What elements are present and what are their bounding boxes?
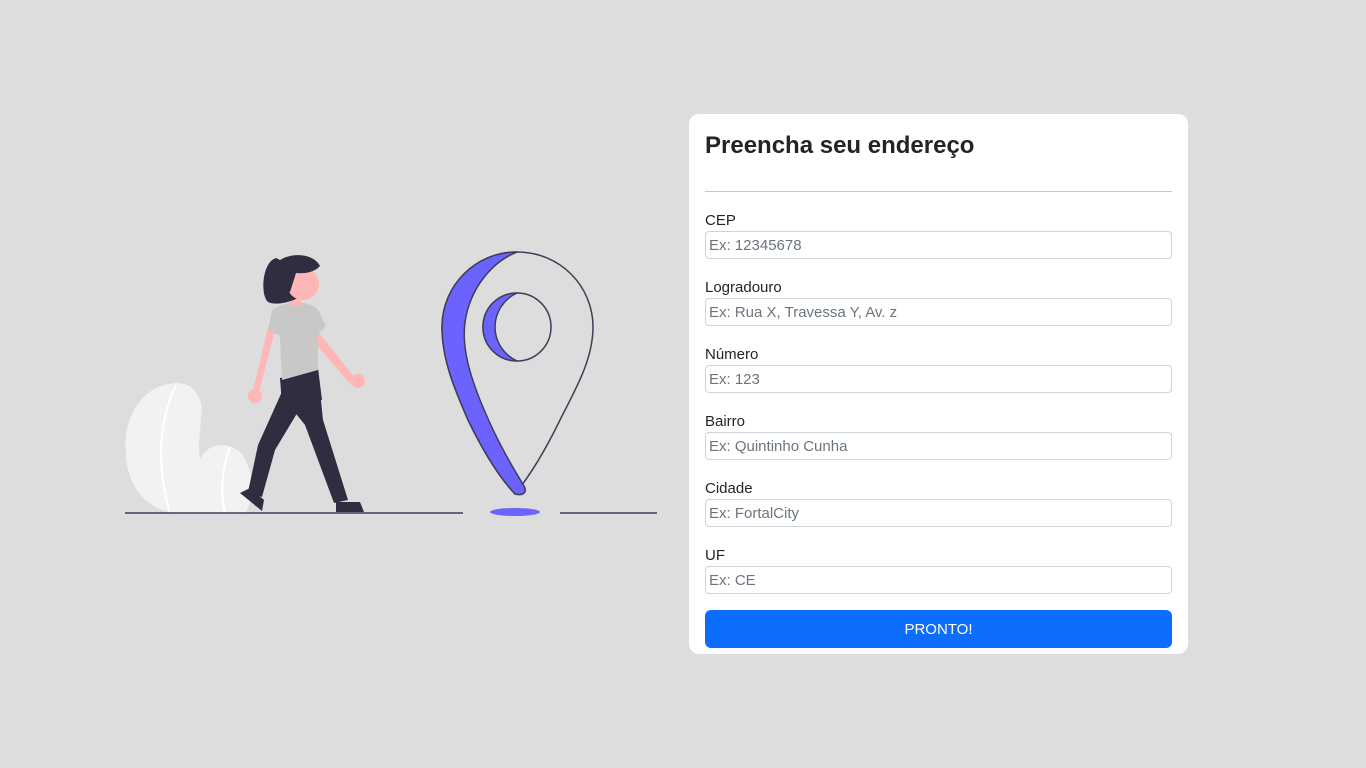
numero-field-group: Número	[705, 326, 1172, 393]
cep-input[interactable]	[705, 231, 1172, 259]
logradouro-input[interactable]	[705, 298, 1172, 326]
woman-figure	[240, 255, 365, 512]
cep-field-group: CEP	[705, 192, 1172, 259]
logradouro-label: Logradouro	[705, 279, 782, 296]
uf-label: UF	[705, 547, 725, 564]
cidade-input[interactable]	[705, 499, 1172, 527]
cep-label: CEP	[705, 212, 736, 229]
bairro-field-group: Bairro	[705, 393, 1172, 460]
submit-button[interactable]: PRONTO!	[705, 610, 1172, 648]
map-pin-illustration	[125, 251, 657, 516]
bairro-input[interactable]	[705, 432, 1172, 460]
cidade-label: Cidade	[705, 480, 753, 497]
plant-illustration	[125, 383, 252, 514]
bairro-label: Bairro	[705, 413, 746, 430]
numero-input[interactable]	[705, 365, 1172, 393]
cidade-field-group: Cidade	[705, 460, 1172, 527]
uf-field-group: UF	[705, 527, 1172, 594]
uf-input[interactable]	[705, 566, 1172, 594]
numero-label: Número	[705, 346, 759, 363]
address-form-card: Preencha seu endereço CEP Logradouro Núm…	[689, 114, 1188, 654]
form-title: Preencha seu endereço	[705, 132, 975, 159]
page: Preencha seu endereço CEP Logradouro Núm…	[0, 0, 1366, 768]
map-pin-icon	[441, 251, 594, 516]
logradouro-field-group: Logradouro	[705, 259, 1172, 326]
